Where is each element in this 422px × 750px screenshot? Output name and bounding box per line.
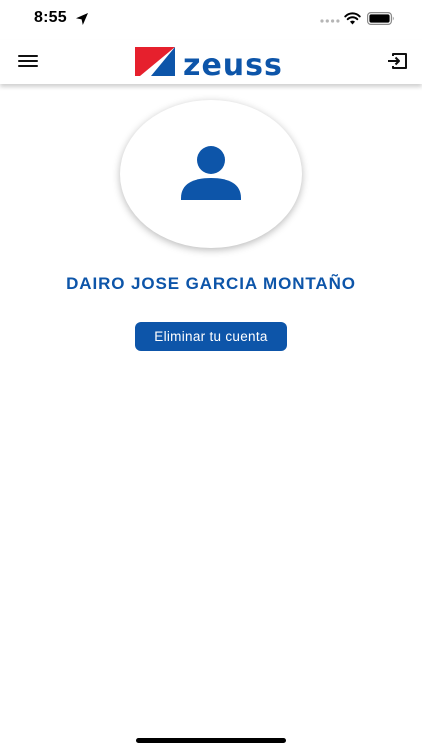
app-header: zeuss — [0, 40, 422, 84]
status-bar: 8:55 — [0, 0, 422, 40]
logout-icon[interactable] — [386, 51, 408, 71]
signal-icon — [320, 19, 340, 23]
delete-account-button[interactable]: Eliminar tu cuenta — [135, 322, 287, 351]
avatar — [120, 100, 302, 248]
location-arrow-icon — [76, 13, 88, 25]
wifi-icon — [344, 12, 361, 25]
status-time: 8:55 — [34, 9, 67, 26]
user-icon — [181, 146, 241, 200]
battery-icon — [367, 12, 394, 25]
profile-name: DAIRO JOSE GARCIA MONTAÑO — [66, 274, 356, 293]
hamburger-menu-icon[interactable] — [17, 52, 39, 70]
home-indicator[interactable] — [136, 738, 286, 743]
logo-text: zeuss — [183, 48, 283, 79]
zeuss-logo: zeuss — [135, 47, 283, 79]
